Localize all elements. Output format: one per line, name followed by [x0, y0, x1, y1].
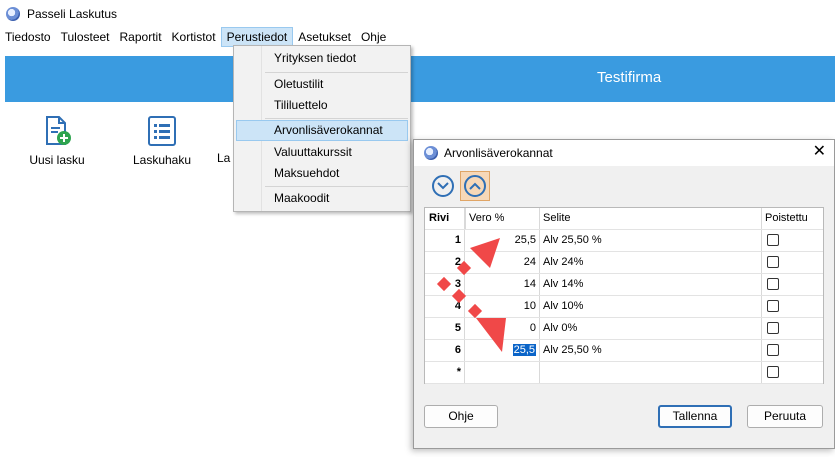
rate-cell[interactable]: 0 — [465, 318, 540, 339]
dropdown-separator — [265, 186, 408, 187]
title-bar: Passeli Laskutus — [0, 0, 835, 27]
menu-bar: Tiedosto Tulosteet Raportit Kortistot Pe… — [0, 27, 835, 47]
menu-tiedosto[interactable]: Tiedosto — [0, 27, 56, 47]
column-header-row: Rivi — [425, 208, 465, 229]
new-invoice-label: Uusi lasku — [29, 153, 85, 167]
deleted-cell — [762, 230, 823, 251]
company-banner: Testifirma — [5, 56, 835, 102]
rate-cell-editing[interactable]: 25,5 — [465, 340, 540, 361]
row-number: 6 — [425, 340, 465, 361]
new-row-marker: * — [425, 362, 465, 383]
deleted-cell — [762, 318, 823, 339]
deleted-cell — [762, 252, 823, 273]
row-number: 4 — [425, 296, 465, 317]
description-cell[interactable]: Alv 25,50 % — [540, 340, 762, 361]
description-cell[interactable] — [540, 362, 762, 383]
menu-item-arvonlisaverokannat[interactable]: Arvonlisäverokannat — [236, 120, 408, 141]
rate-cell[interactable]: 10 — [465, 296, 540, 317]
menu-item-tililuettelo[interactable]: Tililuettelo — [236, 95, 408, 116]
grid-header: Rivi Vero % Selite Poistettu — [425, 208, 823, 230]
rate-cell[interactable]: 24 — [465, 252, 540, 273]
vat-rates-grid: Rivi Vero % Selite Poistettu 1 25,5 Alv … — [424, 207, 824, 384]
row-number: 1 — [425, 230, 465, 251]
chevron-down-icon — [432, 175, 454, 197]
column-header-deleted: Poistettu — [765, 212, 808, 224]
menu-item-yrityksen-tiedot[interactable]: Yrityksen tiedot — [236, 48, 408, 69]
dialog-title: Arvonlisäverokannat — [444, 146, 553, 160]
new-row[interactable]: * — [425, 362, 823, 384]
table-row[interactable]: 6 25,5 Alv 25,50 % — [425, 340, 823, 362]
vat-rates-dialog: Arvonlisäverokannat ✕ Rivi Vero % Selite… — [413, 139, 835, 449]
menu-perustiedot[interactable]: Perustiedot — [220, 27, 294, 47]
row-number: 5 — [425, 318, 465, 339]
menu-asetukset[interactable]: Asetukset — [293, 27, 356, 47]
menu-raportit[interactable]: Raportit — [115, 27, 167, 47]
deleted-cell — [762, 362, 823, 383]
table-row[interactable]: 1 25,5 Alv 25,50 % — [425, 230, 823, 252]
move-down-button[interactable] — [428, 171, 458, 201]
new-invoice-button[interactable]: Uusi lasku — [12, 115, 102, 167]
save-button[interactable]: Tallenna — [658, 405, 732, 428]
invoice-search-button[interactable]: Laskuhaku — [117, 115, 207, 167]
perustiedot-dropdown: Yrityksen tiedot Oletustilit Tililuettel… — [233, 45, 411, 212]
deleted-checkbox[interactable] — [767, 344, 779, 356]
dialog-app-icon — [424, 146, 438, 160]
move-up-button[interactable] — [460, 171, 490, 201]
menu-item-valuuttakurssit[interactable]: Valuuttakurssit — [236, 142, 408, 163]
row-number: 3 — [425, 274, 465, 295]
description-cell[interactable]: Alv 25,50 % — [540, 230, 762, 251]
deleted-checkbox[interactable] — [767, 300, 779, 312]
deleted-checkbox[interactable] — [767, 256, 779, 268]
table-row[interactable]: 3 14 Alv 14% — [425, 274, 823, 296]
rate-cell[interactable]: 25,5 — [465, 230, 540, 251]
list-icon — [117, 115, 207, 147]
window-title: Passeli Laskutus — [27, 6, 118, 21]
description-cell[interactable]: Alv 10% — [540, 296, 762, 317]
menu-kortistot[interactable]: Kortistot — [167, 27, 221, 47]
company-name: Testifirma — [597, 69, 662, 86]
deleted-checkbox[interactable] — [767, 322, 779, 334]
deleted-cell — [762, 340, 823, 361]
dropdown-separator — [265, 118, 408, 119]
help-button[interactable]: Ohje — [424, 405, 498, 428]
deleted-checkbox[interactable] — [767, 366, 779, 378]
dropdown-separator — [265, 72, 408, 73]
description-cell[interactable]: Alv 0% — [540, 318, 762, 339]
menu-tulosteet[interactable]: Tulosteet — [56, 27, 115, 47]
column-header-desc: Selite — [540, 208, 762, 229]
new-document-icon — [12, 115, 102, 147]
deleted-checkbox[interactable] — [767, 234, 779, 246]
deleted-checkbox[interactable] — [767, 278, 779, 290]
chevron-up-icon — [464, 175, 486, 197]
row-number: 2 — [425, 252, 465, 273]
description-cell[interactable]: Alv 24% — [540, 252, 762, 273]
app-logo-icon — [6, 6, 20, 21]
close-icon[interactable]: ✕ — [813, 143, 826, 161]
dialog-title-bar: Arvonlisäverokannat ✕ — [414, 140, 834, 166]
rate-edit-selection[interactable]: 25,5 — [512, 344, 536, 356]
table-row[interactable]: 5 0 Alv 0% — [425, 318, 823, 340]
table-row[interactable]: 4 10 Alv 10% — [425, 296, 823, 318]
menu-item-maksuehdot[interactable]: Maksuehdot — [236, 163, 408, 184]
column-header-rate: Vero % — [465, 208, 540, 229]
table-row[interactable]: 2 24 Alv 24% — [425, 252, 823, 274]
menu-ohje[interactable]: Ohje — [356, 27, 391, 47]
rate-cell[interactable]: 14 — [465, 274, 540, 295]
invoice-search-label: Laskuhaku — [132, 153, 192, 167]
rate-cell[interactable] — [465, 362, 540, 383]
menu-item-oletustilit[interactable]: Oletustilit — [236, 74, 408, 95]
deleted-cell — [762, 296, 823, 317]
menu-item-maakoodit[interactable]: Maakoodit — [236, 188, 408, 209]
deleted-cell — [762, 274, 823, 295]
description-cell[interactable]: Alv 14% — [540, 274, 762, 295]
cancel-button[interactable]: Peruuta — [747, 405, 823, 428]
